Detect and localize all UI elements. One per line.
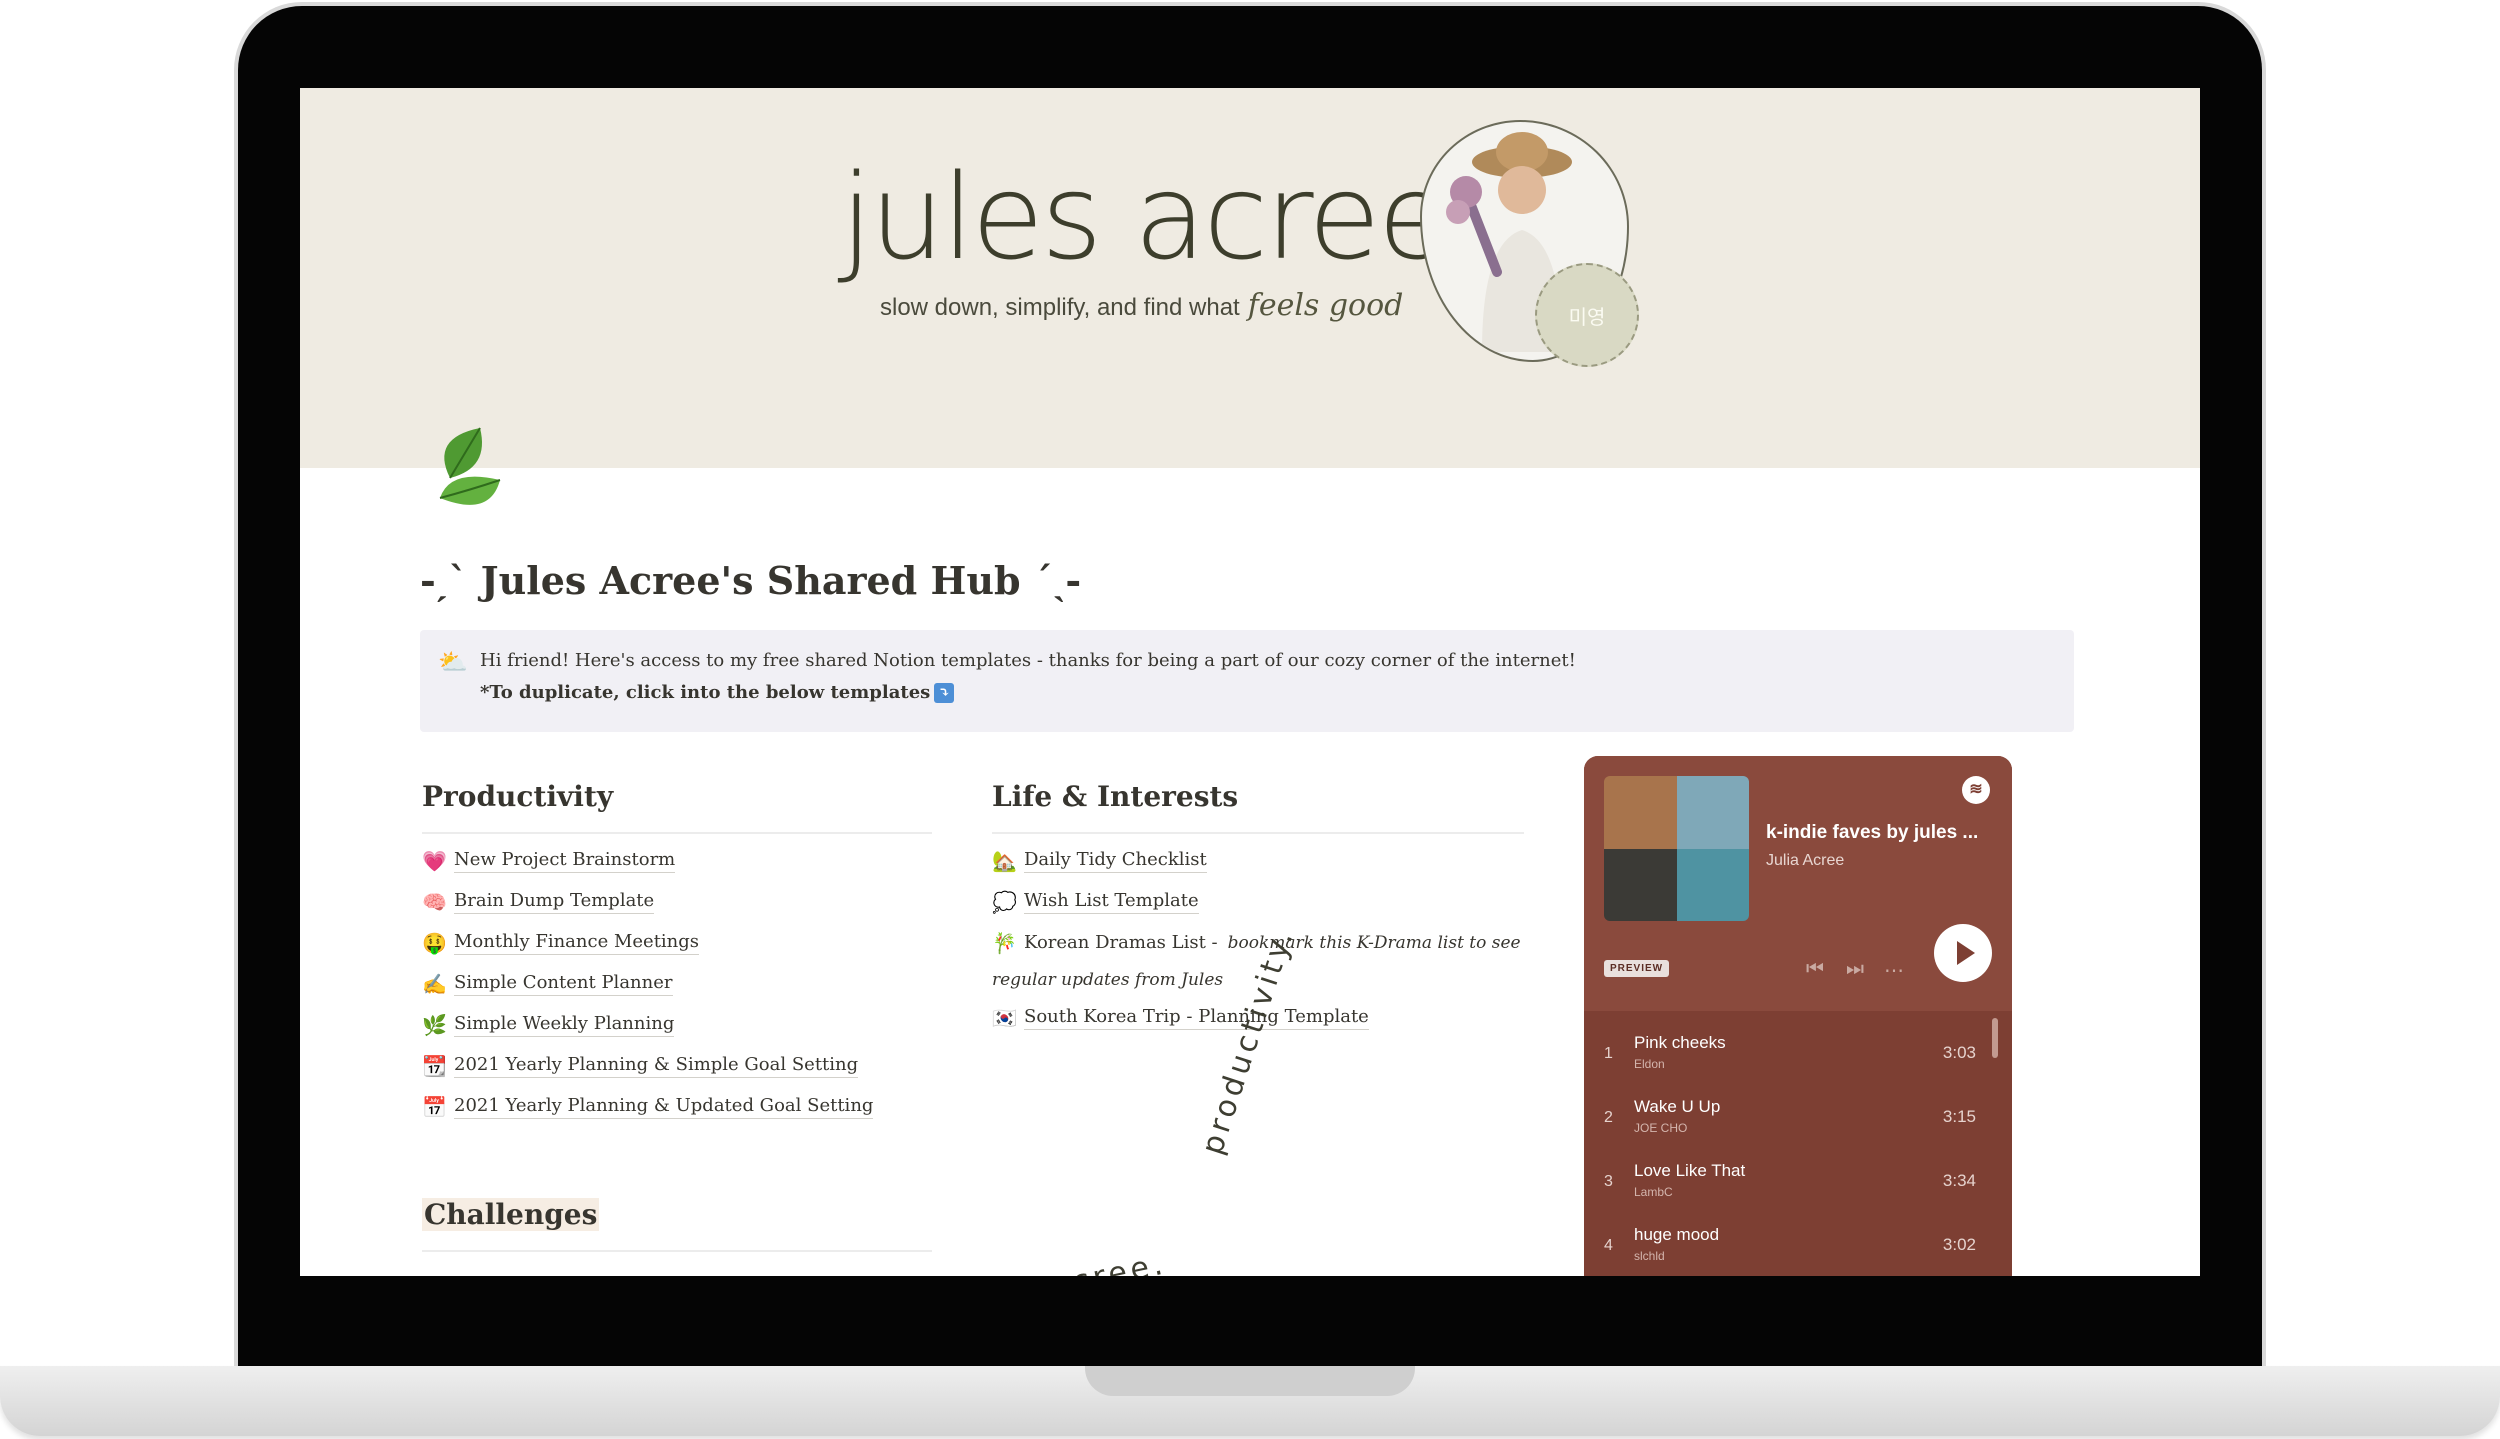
- house-icon: 🏡: [992, 848, 1017, 873]
- list-item[interactable]: 🤑 Monthly Finance Meetings: [422, 922, 873, 963]
- page-link[interactable]: Simple Weekly Planning: [454, 1013, 675, 1037]
- brain-icon: 🧠: [422, 889, 447, 914]
- track-name: Pink cheeks: [1634, 1033, 1726, 1052]
- track-artist: Eldon: [1634, 1057, 1665, 1071]
- page-link[interactable]: Brain Dump Template: [454, 890, 655, 914]
- list-item[interactable]: ✍ Simple Content Planner: [422, 963, 873, 1004]
- track-row[interactable]: 4 huge mood slchld 3:02: [1584, 1213, 2012, 1276]
- track-row[interactable]: 1 Pink cheeks Eldon 3:03: [1584, 1021, 2012, 1085]
- track-name: huge mood: [1634, 1225, 1720, 1244]
- korea-flag-icon: 🇰🇷: [992, 1005, 1017, 1030]
- playlist-owner[interactable]: Julia Acree: [1766, 852, 1844, 870]
- track-name: Love Like That: [1634, 1161, 1746, 1180]
- page-link[interactable]: South Korea Trip - Planning Template: [1024, 1006, 1369, 1030]
- list-item[interactable]: 🏡 Daily Tidy Checklist: [992, 840, 1521, 881]
- callout-instruction-text: *To duplicate, click into the below temp…: [480, 682, 931, 703]
- brand-title: jules acree: [840, 148, 1450, 286]
- list-item[interactable]: 🧠 Brain Dump Template: [422, 881, 873, 922]
- page-link[interactable]: New Project Brainstorm: [454, 849, 676, 873]
- sticker-badge: 미영: [1535, 263, 1639, 367]
- track-number: 3: [1604, 1173, 1613, 1190]
- track-duration: 3:03: [1942, 1043, 1976, 1062]
- challenges-heading-text: Challenges: [422, 1198, 600, 1231]
- page-link[interactable]: Simple Content Planner: [454, 972, 673, 996]
- page-link[interactable]: Monthly Finance Meetings: [454, 931, 700, 955]
- list-item[interactable]: 💗 New Project Brainstorm: [422, 840, 873, 881]
- decor-arc-text: acree.: [1047, 1246, 1170, 1276]
- track-name: Wake U Up: [1634, 1097, 1721, 1116]
- life-interests-heading: Life & Interests: [992, 780, 1239, 813]
- money-face-icon: 🤑: [422, 930, 447, 955]
- callout-text: Hi friend! Here's access to my free shar…: [480, 650, 1576, 671]
- divider: [422, 1250, 932, 1252]
- bookmark-note-continued: regular updates from Jules: [992, 970, 1224, 990]
- notion-page: jules acree slow down, simplify, and fin…: [300, 88, 2200, 1276]
- thought-bubble-icon: 💭: [992, 889, 1017, 914]
- callout-block: ⛅ Hi friend! Here's access to my free sh…: [420, 630, 2074, 732]
- bamboo-icon: 🎋: [992, 930, 1017, 955]
- track-number: 4: [1604, 1237, 1613, 1254]
- tracklist-scrollbar[interactable]: [1992, 1018, 1998, 1058]
- more-options-icon[interactable]: ⋯: [1884, 958, 1904, 983]
- list-item[interactable]: 🌿 Simple Weekly Planning: [422, 1004, 873, 1045]
- callout-instruction: *To duplicate, click into the below temp…: [480, 682, 955, 703]
- leaves-icon[interactable]: [420, 418, 530, 528]
- page-link[interactable]: 2021 Yearly Planning & Simple Goal Setti…: [454, 1054, 859, 1078]
- page-cover: jules acree slow down, simplify, and fin…: [300, 88, 2200, 468]
- preview-badge: PREVIEW: [1604, 960, 1670, 977]
- arrow-down-icon: ⤵: [934, 683, 955, 703]
- playlist-title[interactable]: k-indie faves by jules ...: [1766, 822, 1978, 844]
- laptop-notch: [1085, 1366, 1415, 1396]
- list-item[interactable]: 📆 2021 Yearly Planning & Simple Goal Sett…: [422, 1045, 873, 1086]
- calendar-icon: 📆: [422, 1053, 447, 1078]
- page-title: -ˏˋ Jules Acree's Shared Hub ˊˎ-: [420, 558, 1082, 603]
- herb-icon: 🌿: [422, 1012, 447, 1037]
- track-row[interactable]: 2 Wake U Up JOE CHO 3:15: [1584, 1085, 2012, 1149]
- page-link[interactable]: 2021 Yearly Planning & Updated Goal Sett…: [454, 1095, 874, 1119]
- list-item[interactable]: 💭 Wish List Template: [992, 881, 1521, 922]
- playlist-cover-art[interactable]: [1604, 776, 1749, 921]
- track-duration: 3:02: [1942, 1235, 1976, 1254]
- divider: [992, 832, 1524, 834]
- skip-forward-icon[interactable]: ⏭: [1846, 958, 1864, 981]
- track-duration: 3:34: [1942, 1171, 1976, 1190]
- track-number: 1: [1604, 1045, 1613, 1062]
- skip-back-icon[interactable]: ⏮: [1806, 958, 1824, 981]
- challenges-heading: Challenges: [422, 1198, 600, 1231]
- productivity-list: 💗 New Project Brainstorm 🧠 Brain Dump Temp…: [422, 840, 874, 1127]
- track-row[interactable]: 3 Love Like That LambC 3:34: [1584, 1149, 2012, 1213]
- page-link[interactable]: Korean Dramas List -: [1024, 932, 1218, 953]
- page-link[interactable]: Daily Tidy Checklist: [1024, 849, 1207, 873]
- page-link[interactable]: Wish List Template: [1024, 890, 1199, 914]
- tagline-script: feels good: [1247, 288, 1404, 323]
- brand-tagline: slow down, simplify, and find what feels …: [880, 288, 1403, 323]
- track-artist: LambC: [1634, 1185, 1673, 1199]
- spotify-embed[interactable]: ≋ k-indie faves by jules ... Julia Acree…: [1584, 756, 2012, 1276]
- track-duration: 3:15: [1942, 1107, 1976, 1126]
- divider: [422, 832, 932, 834]
- track-artist: JOE CHO: [1634, 1121, 1688, 1135]
- track-number: 2: [1604, 1109, 1613, 1126]
- writing-hand-icon: ✍: [422, 971, 447, 996]
- list-item[interactable]: 📅 2021 Yearly Planning & Updated Goal Set…: [422, 1086, 874, 1127]
- calendar-icon: 📅: [422, 1094, 447, 1119]
- track-artist: slchld: [1634, 1249, 1665, 1263]
- tagline-text: slow down, simplify, and find what: [880, 294, 1240, 321]
- productivity-heading: Productivity: [422, 780, 614, 813]
- heart-icon: 💗: [422, 848, 447, 873]
- play-button[interactable]: [1934, 924, 1992, 982]
- sun-cloud-icon: ⛅: [438, 649, 468, 676]
- spotify-logo-icon[interactable]: ≋: [1962, 776, 1990, 804]
